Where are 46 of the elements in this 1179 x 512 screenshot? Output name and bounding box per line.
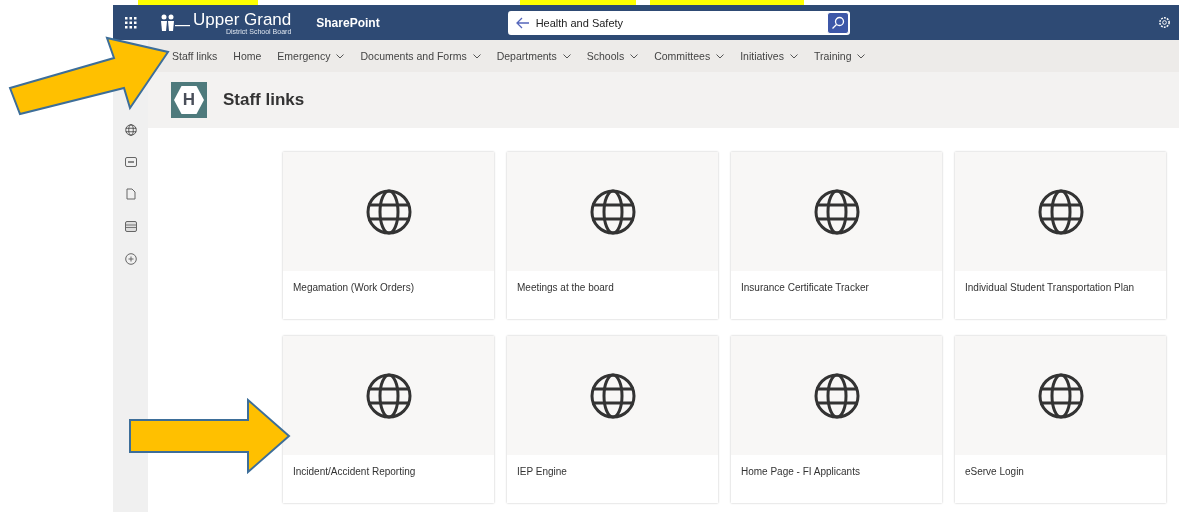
settings-icon bbox=[1158, 16, 1171, 29]
link-card[interactable]: Meetings at the board bbox=[507, 152, 718, 319]
link-card[interactable]: eServe Login bbox=[955, 336, 1166, 503]
search-icon bbox=[830, 15, 845, 30]
nav-link[interactable]: Documents and Forms bbox=[360, 50, 481, 62]
nav-link[interactable]: Emergency bbox=[277, 50, 345, 62]
nav-link[interactable]: Staff links bbox=[172, 50, 218, 62]
rail-button[interactable] bbox=[124, 124, 137, 136]
rail-button[interactable] bbox=[124, 221, 137, 232]
app-launcher-icon[interactable] bbox=[124, 16, 137, 29]
globe-icon bbox=[364, 371, 413, 420]
globe-icon bbox=[812, 187, 861, 236]
link-card[interactable]: Megamation (Work Orders) bbox=[283, 152, 494, 319]
nav-link[interactable]: Home bbox=[233, 50, 262, 62]
back-arrow-icon[interactable] bbox=[515, 16, 530, 29]
link-card[interactable]: Home Page - FI Applicants bbox=[731, 336, 942, 503]
rail-button[interactable] bbox=[124, 253, 137, 265]
globe-icon bbox=[812, 371, 861, 420]
rail-button[interactable] bbox=[125, 188, 136, 200]
nav-link[interactable]: Training bbox=[813, 50, 866, 62]
nav-link[interactable]: Departments bbox=[496, 50, 571, 62]
rail-button[interactable] bbox=[124, 157, 137, 167]
globe-icon bbox=[124, 124, 137, 136]
list-icon bbox=[124, 221, 137, 232]
globe-icon bbox=[364, 187, 413, 236]
app-name[interactable]: SharePoint bbox=[316, 15, 380, 30]
site-logo: H bbox=[171, 82, 207, 118]
nav-link[interactable]: Committees bbox=[654, 50, 725, 62]
site-title: Staff links bbox=[223, 90, 305, 110]
search-field[interactable]: Health and Safety bbox=[507, 10, 850, 35]
globe-icon bbox=[588, 187, 637, 236]
nav-link[interactable]: Initiatives bbox=[740, 50, 798, 62]
document-icon bbox=[125, 188, 136, 200]
globe-icon bbox=[1036, 187, 1085, 236]
globe-icon bbox=[588, 371, 637, 420]
globe-icon bbox=[1036, 371, 1085, 420]
add-icon bbox=[124, 253, 137, 265]
link-card[interactable]: Insurance Certificate Tracker bbox=[731, 152, 942, 319]
settings-button[interactable] bbox=[1158, 16, 1171, 29]
nav-link[interactable]: Schools bbox=[586, 50, 639, 62]
link-card[interactable]: IEP Engine bbox=[507, 336, 718, 503]
link-card[interactable]: Individual Student Transportation Plan bbox=[955, 152, 1166, 319]
logo-name: Upper Grand bbox=[193, 10, 292, 28]
news-icon bbox=[124, 157, 137, 167]
link-card[interactable]: Incident/Accident Reporting bbox=[283, 336, 494, 503]
search-button[interactable] bbox=[826, 11, 849, 34]
